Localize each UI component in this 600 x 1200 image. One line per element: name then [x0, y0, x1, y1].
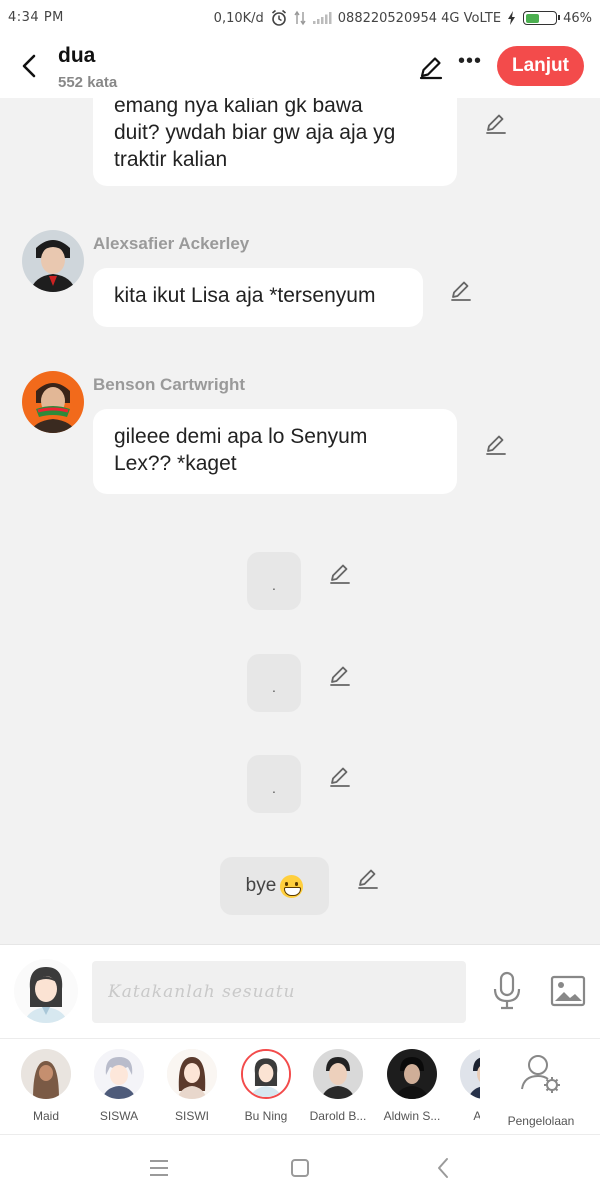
next-button[interactable]: Lanjut: [497, 46, 584, 86]
character-overflow-clip: Aike: [440, 1039, 480, 1134]
narration-text: bye: [245, 875, 277, 896]
current-character-avatar[interactable]: [14, 959, 78, 1023]
message-line: duit? ywdah biar gw aja aja yg: [114, 121, 396, 144]
character-name: Aldwin S...: [383, 1109, 441, 1123]
edit-message-icon[interactable]: [328, 562, 352, 586]
chat-bubble[interactable]: kita ikut Lisa aja *tersenyum: [93, 268, 423, 327]
edit-message-icon[interactable]: [328, 664, 352, 688]
sender-name: Benson Cartwright: [93, 375, 246, 394]
system-nav-bar: [0, 1134, 600, 1200]
narration-bubble[interactable]: .: [247, 654, 301, 712]
edit-message-icon[interactable]: [449, 279, 473, 303]
story-header: dua 552 kata ••• Lanjut: [0, 36, 600, 98]
battery-icon: [523, 11, 561, 25]
character-avatar: [241, 1049, 291, 1099]
word-count: 552 kata: [58, 74, 118, 91]
character-name: Aike: [450, 1109, 480, 1123]
sender-name: Alexsafier Ackerley: [93, 234, 250, 253]
character-name: SISWI: [174, 1109, 209, 1123]
avatar[interactable]: [22, 230, 84, 292]
character-item[interactable]: Aldwin S...: [377, 1049, 447, 1123]
image-icon[interactable]: [550, 975, 586, 1007]
composer-bar: [0, 944, 600, 1038]
menu-icon[interactable]: [146, 1155, 172, 1181]
manage-label: Pengelolaan: [507, 1114, 575, 1128]
edit-message-icon[interactable]: [356, 867, 380, 891]
edit-message-icon[interactable]: [328, 765, 352, 789]
edit-message-icon[interactable]: [484, 112, 508, 136]
status-indicators: 0,10K/d 088220520954 4G VoLTE 46%: [214, 9, 592, 27]
character-item[interactable]: SISWA: [84, 1049, 154, 1123]
status-time: 4:34 PM: [8, 10, 64, 25]
charging-icon: [508, 11, 516, 25]
character-item[interactable]: Aike: [450, 1049, 480, 1123]
character-avatar: [313, 1049, 363, 1099]
status-bar: 4:34 PM 0,10K/d 088220520954 4G VoLTE 46…: [0, 0, 600, 36]
character-item[interactable]: Maid: [11, 1049, 81, 1123]
character-portrait-icon: [14, 959, 78, 1023]
character-selector: Maid SISWA SISWI Bu Ning Darold B... Ald…: [0, 1038, 600, 1134]
message-input[interactable]: [92, 961, 466, 1023]
avatar[interactable]: [22, 371, 84, 433]
character-avatar: [460, 1049, 480, 1099]
character-item[interactable]: Darold B...: [303, 1049, 373, 1123]
back-arrow-icon[interactable]: [18, 52, 42, 80]
message-line: emang nya kalian gk bawa: [114, 98, 363, 117]
message-line: Lex?? *kaget: [114, 452, 237, 475]
data-arrows-icon: [294, 10, 306, 26]
home-icon[interactable]: [287, 1155, 313, 1181]
character-avatar: [167, 1049, 217, 1099]
character-name: Bu Ning: [244, 1109, 288, 1123]
chat-bubble[interactable]: emang nya kalian gk bawa duit? ywdah bia…: [93, 98, 457, 186]
story-title: dua: [58, 44, 96, 67]
carrier-label: 088220520954 4G VoLTE: [337, 10, 502, 26]
character-name: Darold B...: [309, 1109, 367, 1123]
narration-bubble[interactable]: .: [247, 552, 301, 610]
message-line: kita ikut Lisa aja *tersenyum: [114, 284, 376, 307]
battery-fill: [525, 13, 539, 23]
message-line: traktir kalian: [114, 148, 228, 171]
more-options-icon[interactable]: •••: [458, 50, 482, 73]
character-item[interactable]: SISWI: [157, 1049, 227, 1123]
character-item-selected[interactable]: Bu Ning: [231, 1049, 301, 1123]
edit-message-icon[interactable]: [484, 433, 508, 457]
narration-bubble[interactable]: .: [247, 755, 301, 813]
alarm-icon: [271, 9, 286, 26]
narration-bubble[interactable]: bye: [220, 857, 329, 915]
edit-pen-icon[interactable]: [418, 54, 444, 80]
network-speed: 0,10K/d: [213, 10, 264, 26]
microphone-icon[interactable]: [491, 971, 523, 1011]
chat-area[interactable]: emang nya kalian gk bawa duit? ywdah bia…: [0, 98, 600, 944]
battery-percent: 46%: [563, 10, 592, 26]
character-name: SISWA: [99, 1109, 139, 1123]
back-nav-icon[interactable]: [431, 1155, 457, 1181]
message-line: gileee demi apa lo Senyum: [114, 425, 368, 448]
character-avatar: [387, 1049, 437, 1099]
user-settings-icon: [521, 1055, 560, 1093]
manage-characters-button[interactable]: Pengelolaan: [500, 1049, 582, 1128]
grinning-face-emoji: [280, 874, 304, 898]
character-name: Maid: [32, 1109, 59, 1123]
avatar-portrait-icon: [22, 230, 84, 292]
signal-icon: [312, 12, 332, 24]
character-avatar: [94, 1049, 144, 1099]
avatar-portrait-icon: [22, 371, 84, 433]
character-avatar: [21, 1049, 71, 1099]
chat-bubble[interactable]: gileee demi apa lo Senyum Lex?? *kaget: [93, 409, 457, 494]
